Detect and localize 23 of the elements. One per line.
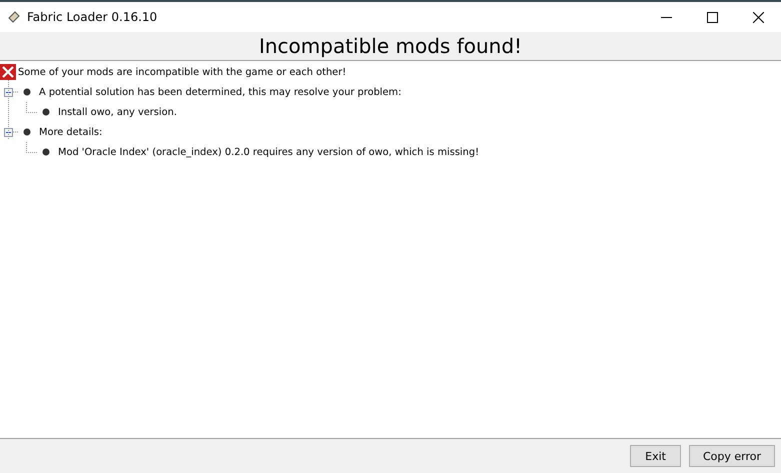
collapse-icon[interactable]	[4, 88, 13, 96]
tree-item: A potential solution has been determined, this may resolve your problem:	[39, 86, 402, 98]
tree-line	[26, 102, 38, 113]
tree-item: Mod 'Oracle Index' (oracle_index) 0.2.0 requires any version of owo, which is missing!	[58, 146, 480, 158]
bullet-icon	[23, 88, 31, 96]
tree-line	[13, 91, 19, 93]
close-icon	[752, 12, 764, 22]
tree-line	[26, 142, 38, 153]
tree-line	[8, 80, 10, 140]
tree-item: Install owo, any version.	[58, 106, 177, 118]
bullet-icon	[23, 128, 31, 136]
app-icon	[7, 10, 21, 24]
tree-item: More details:	[39, 126, 102, 138]
bullet-icon	[42, 108, 50, 116]
error-message: Some of your mods are incompatible with the game or each other!	[18, 66, 346, 78]
copy-error-button[interactable]: Copy error	[688, 445, 775, 467]
window-title: Fabric Loader 0.16.10	[27, 10, 158, 24]
tree-line	[13, 131, 19, 133]
maximize-icon	[706, 12, 718, 22]
bullet-icon	[42, 148, 50, 156]
collapse-icon[interactable]	[4, 128, 13, 136]
exit-button[interactable]: Exit	[630, 445, 681, 467]
heading: Incompatible mods found!	[258, 34, 522, 58]
